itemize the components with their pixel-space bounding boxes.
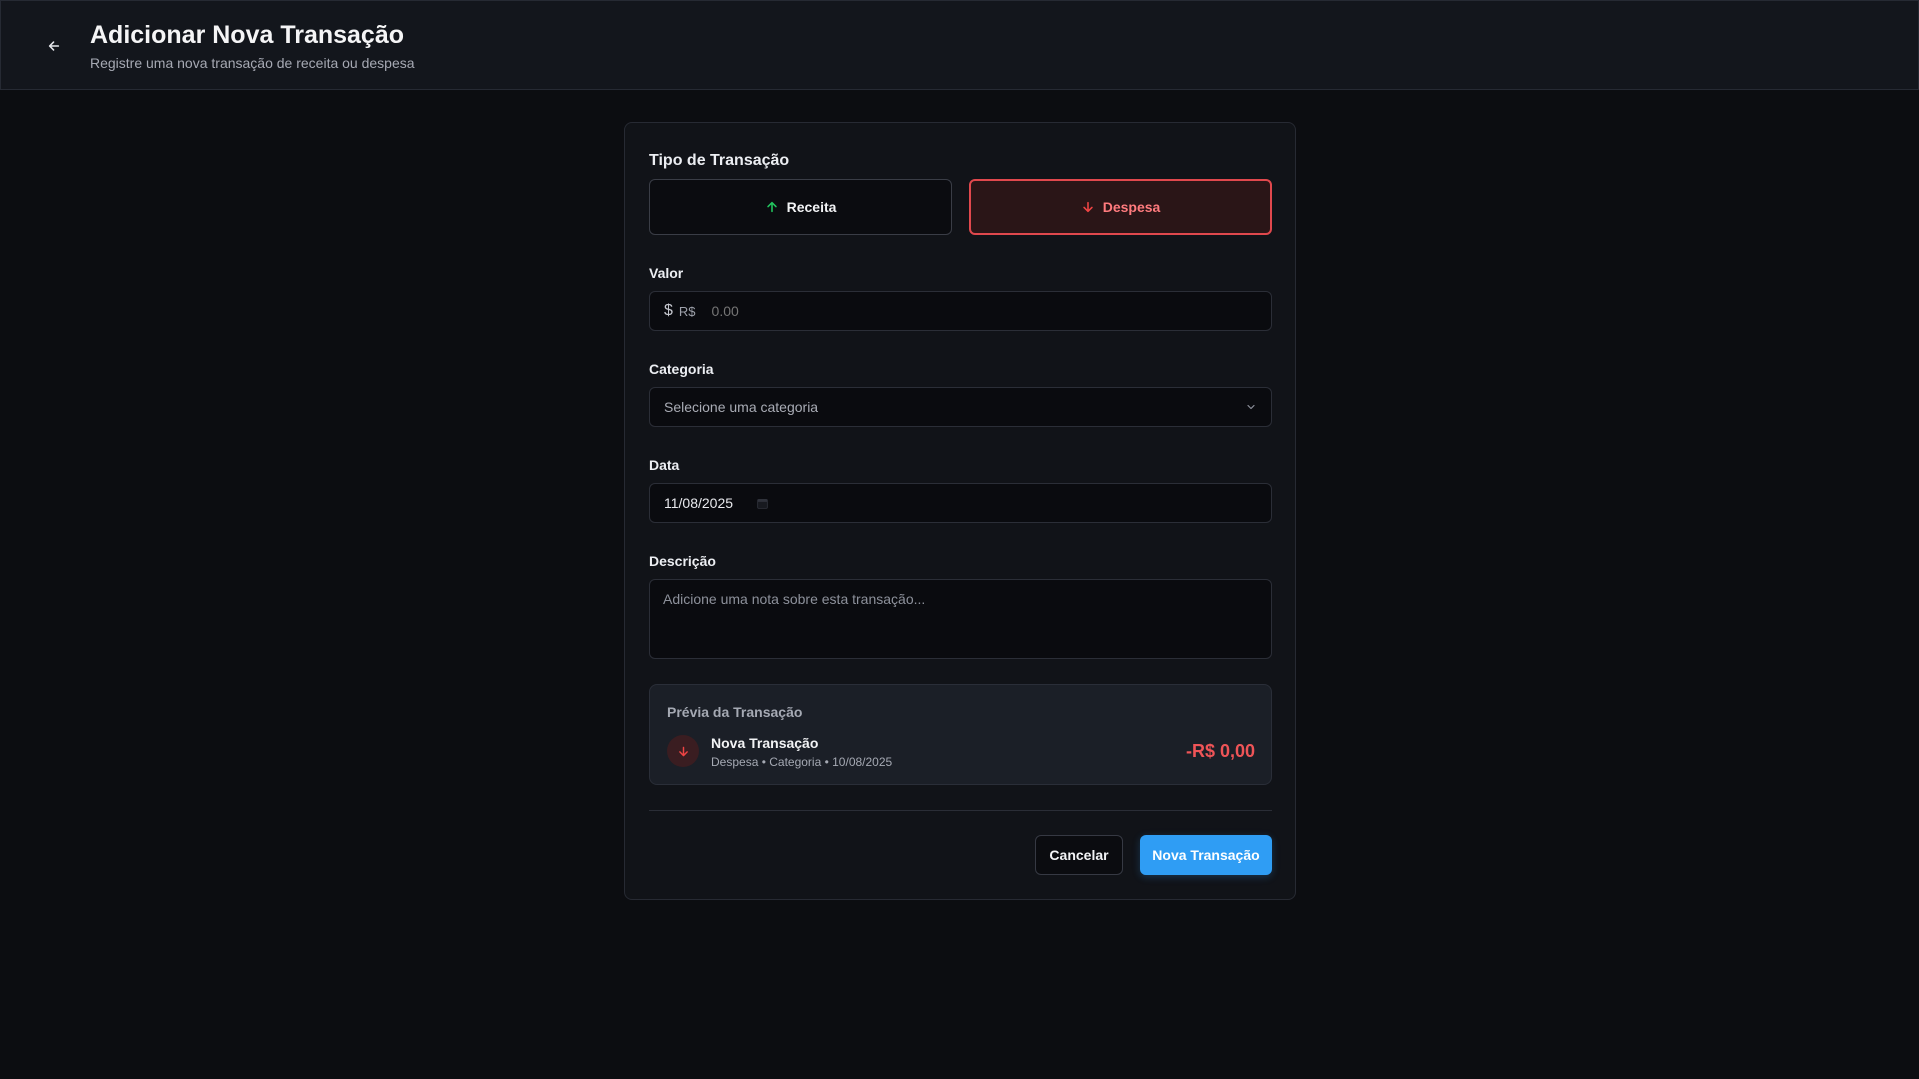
cancel-button[interactable]: Cancelar [1035, 835, 1123, 875]
preview-title: Prévia da Transação [667, 704, 803, 720]
arrow-down-icon [678, 746, 688, 756]
description-textarea[interactable] [649, 579, 1272, 659]
page-header: Adicionar Nova Transação Registre uma no… [0, 0, 1919, 90]
page-title: Adicionar Nova Transação [90, 21, 405, 49]
descricao-label: Descrição [649, 553, 716, 569]
divider [649, 810, 1272, 811]
expense-type-button[interactable]: Despesa [969, 179, 1272, 235]
valor-label: Valor [649, 265, 684, 281]
transaction-type-title: Tipo de Transação [649, 152, 790, 169]
currency-prefix: R$ [678, 303, 696, 319]
arrow-left-icon [48, 41, 60, 51]
page-subtitle: Registre uma nova transação de receita o… [90, 55, 415, 71]
submit-button[interactable]: Nova Transação [1140, 835, 1272, 875]
dollar-icon: $ [664, 302, 673, 319]
categoria-label: Categoria [649, 361, 714, 377]
transaction-preview: Prévia da Transação Nova Transação Despe… [649, 684, 1272, 785]
transaction-form-card: Tipo de Transação Receita Despesa Valor … [624, 122, 1296, 900]
back-button[interactable] [41, 33, 67, 59]
valor-field: $ R$ [649, 291, 1272, 331]
expense-type-label: Despesa [1102, 199, 1161, 215]
amount-input[interactable] [711, 303, 1192, 319]
preview-meta: Despesa • Categoria • 10/08/2025 [711, 755, 893, 769]
income-type-label: Receita [786, 199, 837, 215]
data-label: Data [649, 457, 680, 473]
calendar-icon[interactable] [756, 497, 769, 510]
chevron-down-icon [1247, 404, 1255, 410]
category-select-placeholder: Selecione uma categoria [664, 399, 819, 415]
category-select[interactable]: Selecione uma categoria [649, 387, 1272, 427]
arrow-up-icon [766, 201, 777, 213]
preview-name: Nova Transação [711, 735, 819, 751]
date-input[interactable] [664, 495, 764, 511]
date-field [649, 483, 1272, 523]
preview-amount: -R$ 0,00 [1185, 741, 1255, 761]
income-type-button[interactable]: Receita [649, 179, 952, 235]
preview-expense-badge [667, 735, 699, 767]
arrow-down-icon [1082, 201, 1093, 213]
